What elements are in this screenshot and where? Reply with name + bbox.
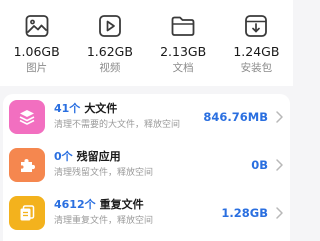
row-size-value: 1.28GB [221, 206, 268, 220]
package-icon [245, 15, 268, 37]
duplicate-icon [20, 205, 35, 221]
chevron-right-icon [276, 207, 283, 219]
category-label: 安装包 [240, 62, 273, 74]
category-label: 文档 [172, 62, 194, 74]
category-size: 1.62GB [86, 44, 133, 59]
category-label: 视频 [99, 62, 121, 74]
row-size-value: 0B [251, 158, 268, 172]
row-size-value: 846.76MB [203, 110, 268, 124]
chevron-right-icon [276, 159, 283, 171]
category-videos[interactable]: 1.62GB 视频 [73, 0, 146, 86]
row-name: 重复文件 [99, 198, 144, 211]
category-size: 1.24GB [233, 44, 280, 59]
puzzle-icon [21, 159, 35, 172]
list-item-large-files[interactable]: 41个 大文件 清理不需要的大文件，释放空间 846.76MB [3, 94, 290, 140]
category-documents[interactable]: 2.13GB 文档 [147, 0, 220, 86]
cleanup-list: 41个 大文件 清理不需要的大文件，释放空间 846.76MB 0个 残留应用 清理… [3, 94, 290, 241]
row-name: 残留应用 [76, 150, 121, 163]
duplicate-files-icon-tile [9, 196, 45, 230]
row-name: 大文件 [84, 102, 118, 115]
large-files-icon-tile [9, 100, 45, 134]
category-size: 1.06GB [13, 44, 60, 59]
image-icon [25, 15, 49, 37]
chevron-right-icon [276, 111, 283, 123]
category-packages[interactable]: 1.24GB 安装包 [220, 0, 293, 86]
row-title: 41个 大文件 [54, 102, 117, 116]
folder-icon [171, 16, 195, 36]
row-subtitle: 清理重复文件，释放空间 [54, 216, 154, 226]
category-images[interactable]: 1.06GB 图片 [0, 0, 73, 86]
row-count: 41个 [54, 102, 81, 115]
row-subtitle: 清理残留文件，释放空间 [54, 168, 154, 178]
row-count: 4612个 [54, 198, 96, 211]
category-label: 图片 [26, 62, 48, 74]
video-icon [98, 15, 121, 37]
storage-cleanup-screen: 1.06GB 图片 1.62GB 视频 2.13GB 文档 1.24GB 安装包… [0, 0, 293, 241]
row-title: 0个 残留应用 [54, 150, 121, 164]
row-subtitle: 清理不需要的大文件，释放空间 [54, 120, 181, 130]
residual-apps-icon-tile [9, 148, 45, 182]
storage-categories: 1.06GB 图片 1.62GB 视频 2.13GB 文档 1.24GB 安装包 [0, 0, 293, 86]
list-item-duplicate-files[interactable]: 4612个 重复文件 清理重复文件，释放空间 1.28GB [3, 190, 290, 236]
layers-icon [19, 110, 35, 125]
row-count: 0个 [54, 150, 73, 163]
row-title: 4612个 重复文件 [54, 198, 144, 212]
list-item-residual-apps[interactable]: 0个 残留应用 清理残留文件，释放空间 0B [3, 142, 290, 188]
category-size: 2.13GB [160, 44, 207, 59]
